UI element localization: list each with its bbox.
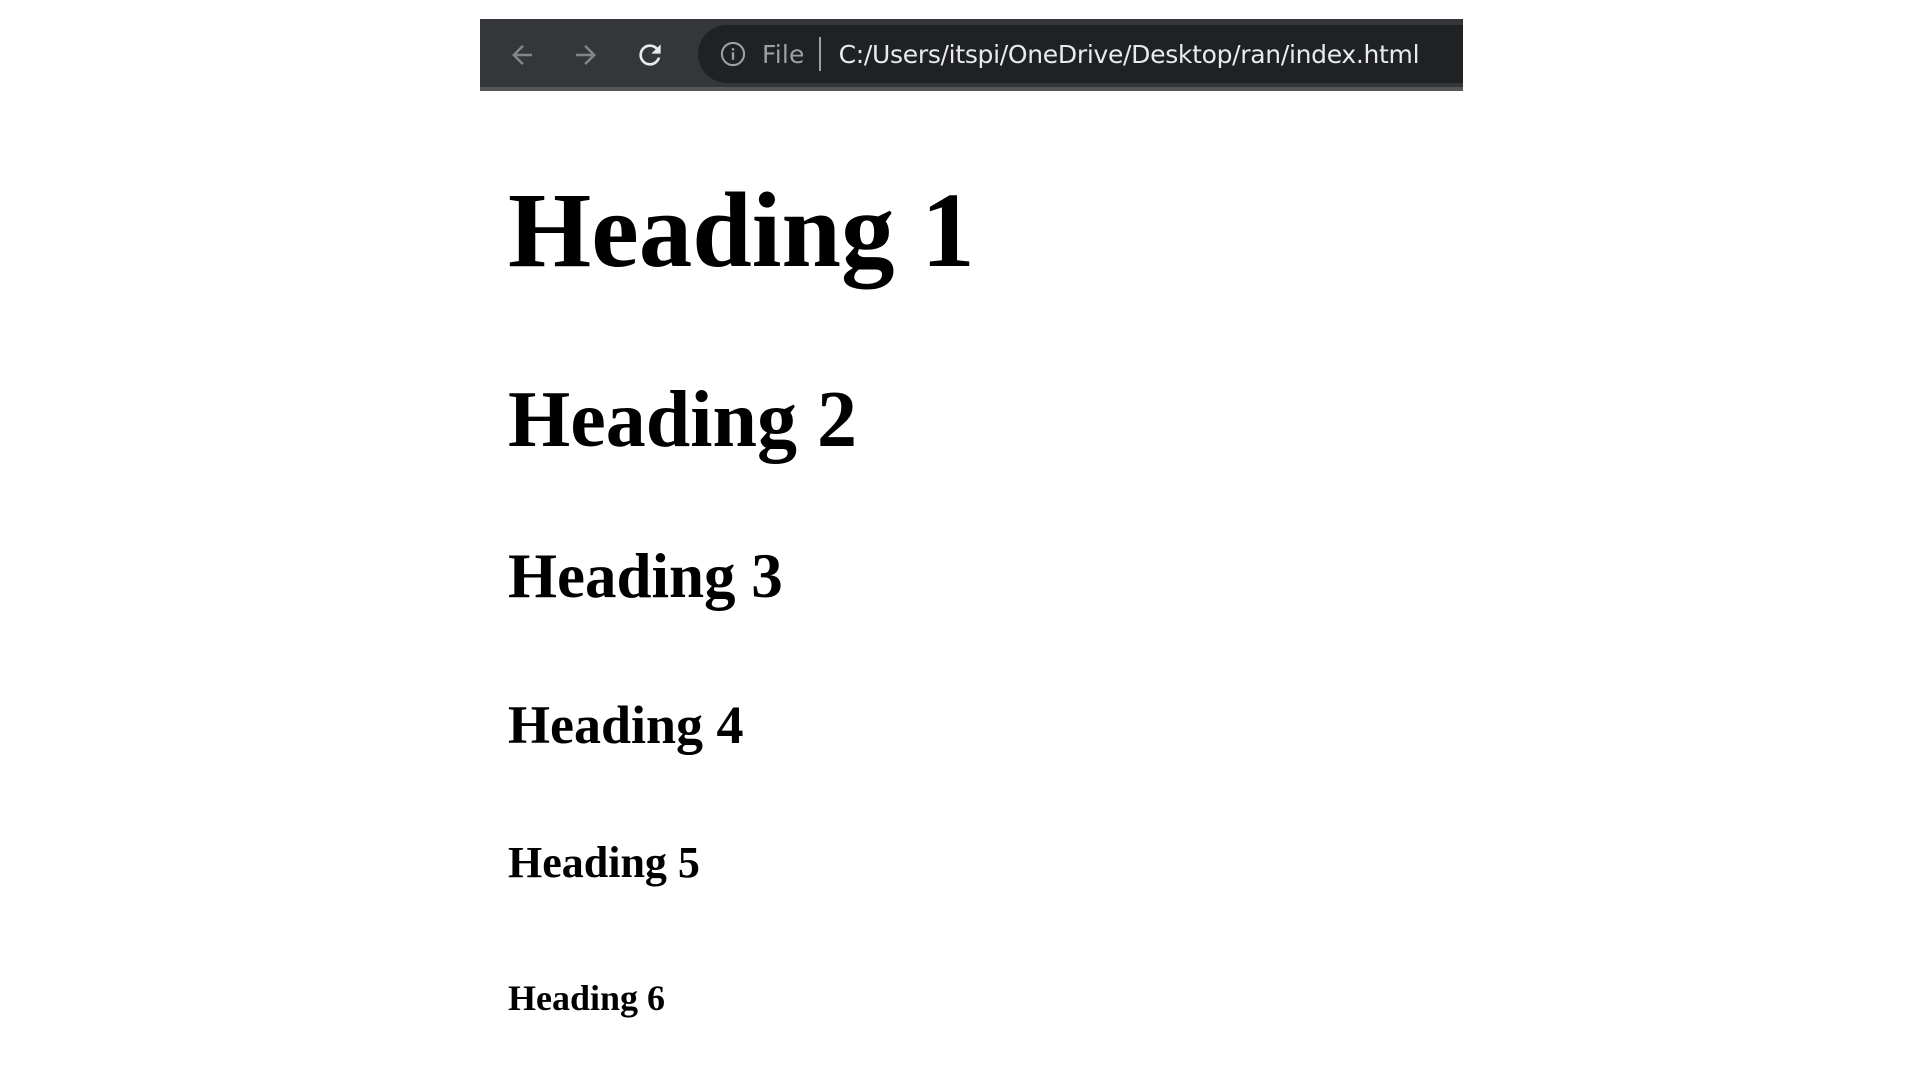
browser-toolbar: File C:/Users/itspi/OneDrive/Desktop/ran… — [480, 19, 1463, 91]
heading-3: Heading 3 — [508, 541, 783, 611]
browser-window: File C:/Users/itspi/OneDrive/Desktop/ran… — [0, 0, 1920, 1080]
info-circle-icon[interactable] — [718, 39, 748, 69]
reload-button[interactable] — [630, 35, 670, 75]
reload-icon — [639, 44, 661, 66]
heading-6: Heading 6 — [508, 978, 666, 1018]
heading-4: Heading 4 — [508, 695, 744, 755]
back-button[interactable] — [502, 35, 542, 75]
heading-2: Heading 2 — [508, 376, 857, 464]
address-divider — [818, 37, 821, 71]
heading-5: Heading 5 — [508, 838, 700, 887]
arrow-right-icon — [576, 45, 596, 65]
address-bar[interactable]: File C:/Users/itspi/OneDrive/Desktop/ran… — [698, 25, 1463, 83]
arrow-left-icon — [512, 45, 532, 65]
url-text[interactable]: C:/Users/itspi/OneDrive/Desktop/ran/inde… — [839, 40, 1420, 69]
forward-button[interactable] — [566, 35, 606, 75]
heading-1: Heading 1 — [508, 172, 975, 290]
scheme-label: File — [762, 39, 805, 69]
